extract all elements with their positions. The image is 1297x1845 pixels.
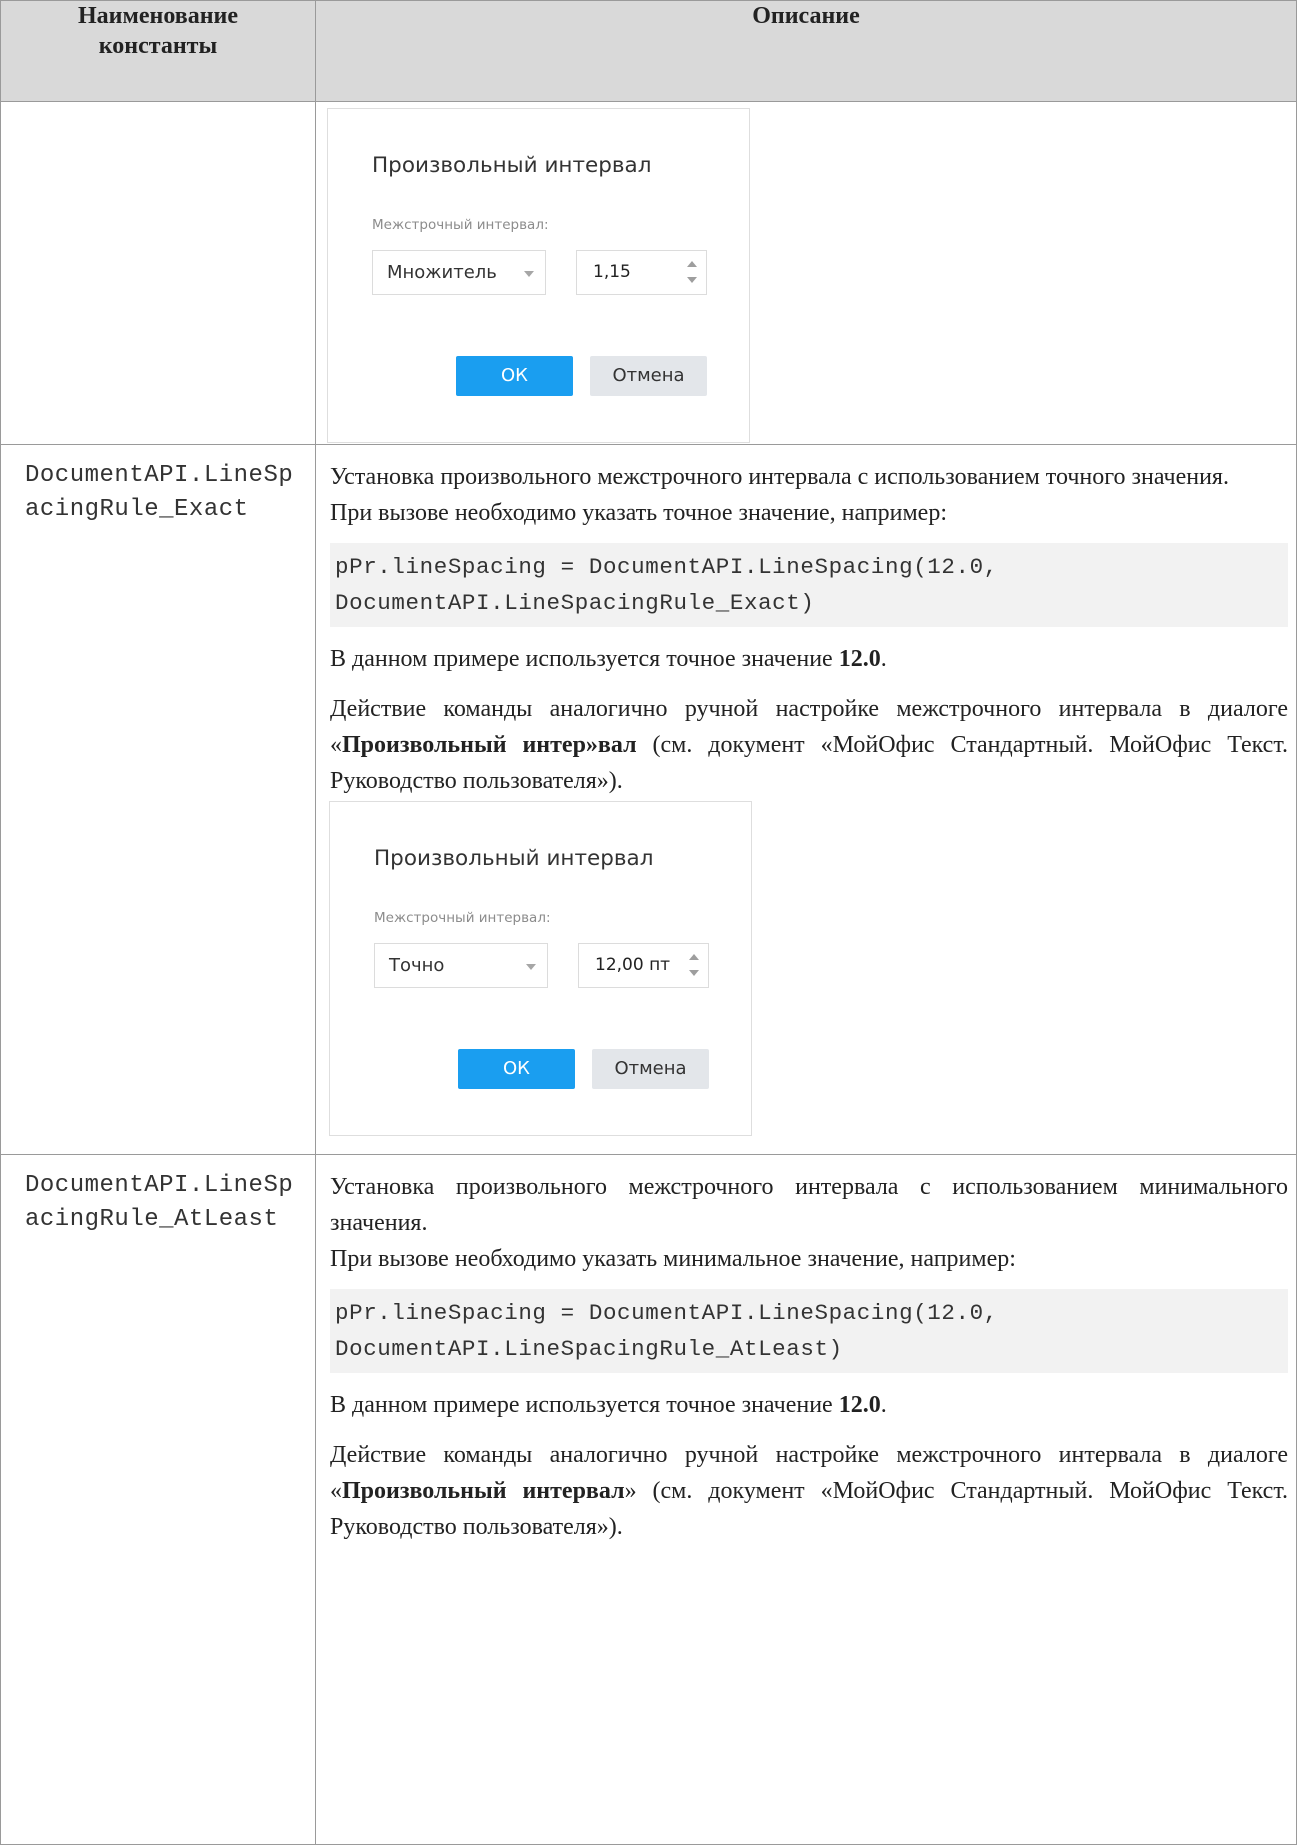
stepper-arrows[interactable] xyxy=(678,251,706,294)
description-call-note: При вызове необходимо указать точное зна… xyxy=(330,500,948,526)
code-example: pPr.lineSpacing = DocumentAPI.LineSpacin… xyxy=(330,1289,1288,1373)
spacing-value-stepper[interactable]: 1,15 xyxy=(576,250,707,295)
arrow-down-icon[interactable] xyxy=(689,970,699,976)
arrow-up-icon[interactable] xyxy=(689,954,699,960)
header-constant-name: Наименование константы xyxy=(0,0,316,102)
action-note: Действие команды аналогично ручной настр… xyxy=(330,696,1289,794)
action-note: Действие команды аналогично ручной настр… xyxy=(330,1442,1289,1540)
table-row: Произвольный интервал Межстрочный интерв… xyxy=(0,101,1297,445)
constant-name-exact: DocumentAPI.LineSp acingRule_Exact xyxy=(25,462,294,523)
custom-spacing-dialog-exact: Произвольный интервал Межстрочный интерв… xyxy=(329,801,752,1136)
constants-table: Наименование константы Описание Произвол… xyxy=(0,0,1297,1845)
ok-button[interactable]: ОК xyxy=(458,1049,575,1089)
description-intro: Установка произвольного межстрочного инт… xyxy=(330,464,1229,490)
dialog-title: Произвольный интервал xyxy=(374,846,654,871)
ok-button[interactable]: ОК xyxy=(456,356,573,396)
description-call-note: При вызове необходимо указать минимально… xyxy=(330,1246,1016,1272)
chevron-down-icon xyxy=(526,964,536,970)
spacing-mode-value: Множитель xyxy=(387,262,497,283)
dialog-title: Произвольный интервал xyxy=(372,153,652,178)
spacing-value: 12,00 пт xyxy=(595,955,671,975)
spacing-mode-select[interactable]: Точно xyxy=(374,943,548,988)
line-spacing-label: Межстрочный интервал: xyxy=(372,217,549,233)
stepper-arrows[interactable] xyxy=(680,944,708,987)
chevron-down-icon xyxy=(524,271,534,277)
spacing-value: 1,15 xyxy=(593,262,631,282)
arrow-up-icon[interactable] xyxy=(687,261,697,267)
constant-name-atleast: DocumentAPI.LineSp acingRule_AtLeast xyxy=(25,1172,294,1233)
description-intro: Установка произвольного межстрочного инт… xyxy=(330,1174,1288,1236)
header-description: Описание xyxy=(315,0,1297,102)
line-spacing-label: Межстрочный интервал: xyxy=(374,910,551,926)
code-example: pPr.lineSpacing = DocumentAPI.LineSpacin… xyxy=(330,543,1288,627)
description-cell: Произвольный интервал Межстрочный интерв… xyxy=(315,101,1297,445)
constant-cell: DocumentAPI.LineSp acingRule_Exact xyxy=(0,444,316,1155)
spacing-value-stepper[interactable]: 12,00 пт xyxy=(578,943,709,988)
table-row: DocumentAPI.LineSp acingRule_Exact Устан… xyxy=(0,444,1297,1155)
cancel-button[interactable]: Отмена xyxy=(590,356,707,396)
spacing-mode-select[interactable]: Множитель xyxy=(372,250,546,295)
table-header-row: Наименование константы Описание xyxy=(0,0,1297,102)
spacing-mode-value: Точно xyxy=(389,955,445,976)
description-cell: Установка произвольного межстрочного инт… xyxy=(315,1154,1297,1845)
cancel-button[interactable]: Отмена xyxy=(592,1049,709,1089)
description-cell: Установка произвольного межстрочного инт… xyxy=(315,444,1297,1155)
constant-cell-empty xyxy=(0,101,316,445)
constant-cell: DocumentAPI.LineSp acingRule_AtLeast xyxy=(0,1154,316,1845)
arrow-down-icon[interactable] xyxy=(687,277,697,283)
example-note: В данном примере используется точное зна… xyxy=(330,1392,887,1418)
table-row: DocumentAPI.LineSp acingRule_AtLeast Уст… xyxy=(0,1154,1297,1845)
example-note: В данном примере используется точное зна… xyxy=(330,646,887,672)
custom-spacing-dialog-multiplier: Произвольный интервал Межстрочный интерв… xyxy=(327,108,750,443)
